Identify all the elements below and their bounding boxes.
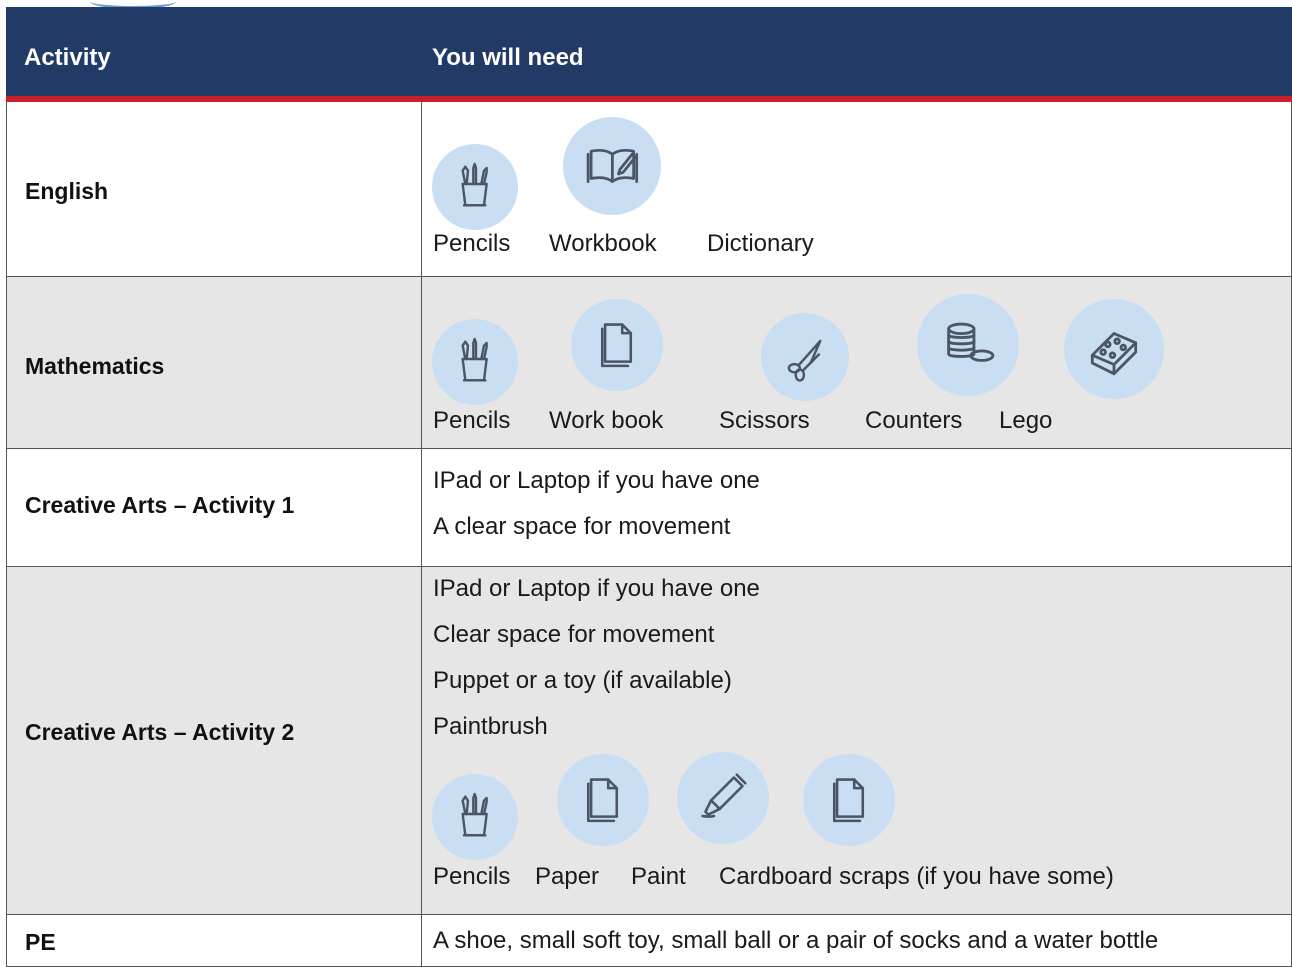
caption-paper: Paper — [535, 863, 600, 890]
header-you-will-need: You will need — [432, 44, 584, 71]
pencils-icon — [432, 144, 518, 230]
requirement-line: IPad or Laptop if you have one — [433, 575, 760, 602]
table-row-creative-arts-1: Creative Arts – Activity 1 IPad or Lapto… — [6, 449, 1292, 567]
pencils-icon — [432, 319, 518, 405]
caption-paint: Paint — [631, 863, 686, 890]
requirement-line: Clear space for movement — [433, 621, 715, 648]
header-activity: Activity — [24, 44, 111, 71]
caption-counters: Counters — [865, 407, 963, 434]
paper-icon — [557, 754, 649, 846]
lego-icon — [1064, 299, 1164, 399]
table-row-mathematics: Mathematics Pencils Work book Scissors C… — [6, 277, 1292, 449]
table-row-creative-arts-2: Creative Arts – Activity 2 IPad or Lapto… — [6, 567, 1292, 915]
paper-icon — [571, 299, 663, 391]
scissors-icon — [761, 313, 849, 401]
caption-lego: Lego — [999, 407, 1053, 434]
requirement-line: Paintbrush — [433, 713, 548, 740]
coins-icon — [917, 294, 1019, 396]
subject-mathematics: Mathematics — [25, 353, 165, 379]
table-header: Activity You will need — [6, 7, 1292, 102]
paper-icon — [803, 754, 895, 846]
workbook-icon — [563, 117, 661, 215]
caption-scissors: Scissors — [719, 407, 810, 434]
table-row-english: English Pencils Workbook Dictionary — [6, 102, 1292, 277]
caption-cardboard-scraps: Cardboard scraps (if you have some) — [719, 863, 1114, 890]
caption-pencils: Pencils — [433, 230, 511, 257]
subject-english: English — [25, 178, 109, 204]
requirement-line: Puppet or a toy (if available) — [433, 667, 732, 694]
subject-creative-arts-2: Creative Arts – Activity 2 — [25, 719, 295, 745]
caption-work-book: Work book — [549, 407, 664, 434]
requirement-line: A shoe, small soft toy, small ball or a … — [433, 927, 1159, 954]
caption-workbook: Workbook — [549, 230, 657, 257]
requirement-line: A clear space for movement — [433, 513, 731, 540]
column-divider — [421, 915, 422, 966]
paint-tube-icon — [677, 752, 769, 844]
column-divider — [421, 449, 422, 566]
pencils-icon — [432, 774, 518, 860]
caption-dictionary: Dictionary — [707, 230, 814, 257]
table-row-pe: PE A shoe, small soft toy, small ball or… — [6, 915, 1292, 967]
caption-pencils: Pencils — [433, 863, 511, 890]
caption-pencils: Pencils — [433, 407, 511, 434]
column-divider — [421, 102, 422, 276]
column-divider — [421, 277, 422, 448]
subject-pe: PE — [25, 929, 56, 955]
requirement-line: IPad or Laptop if you have one — [433, 467, 760, 494]
column-divider — [421, 567, 422, 914]
subject-creative-arts-1: Creative Arts – Activity 1 — [25, 492, 295, 518]
